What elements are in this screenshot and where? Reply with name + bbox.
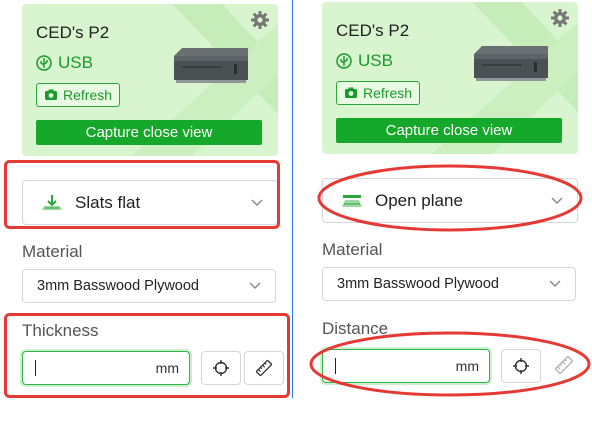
slats-flat-icon <box>42 194 62 210</box>
panel-slats-flat: CED's P2 USB Refresh Capture close view … <box>0 0 292 429</box>
panel-open-plane: CED's P2 USB Refresh Capture close view … <box>300 0 592 429</box>
usb-icon <box>336 53 352 69</box>
device-name: CED's P2 <box>36 23 110 42</box>
material-select[interactable]: 3mm Basswood Plywood <box>322 267 576 301</box>
gear-icon[interactable] <box>550 8 570 28</box>
refresh-button[interactable]: Refresh <box>336 81 421 105</box>
device-card: CED's P2 USB Refresh Capture close view <box>322 2 578 154</box>
platform-mode-select[interactable]: Slats flat <box>22 180 278 225</box>
chevron-down-icon <box>249 282 261 289</box>
printer-image <box>174 48 248 83</box>
crosshair-icon <box>513 358 529 374</box>
platform-mode-select[interactable]: Open plane <box>322 178 578 223</box>
text-caret <box>35 360 36 376</box>
refresh-label: Refresh <box>63 87 113 103</box>
material-value: 3mm Basswood Plywood <box>37 278 199 294</box>
chevron-down-icon <box>549 280 561 287</box>
chevron-down-icon <box>251 199 263 206</box>
distance-input[interactable]: mm <box>322 349 490 383</box>
device-card: CED's P2 USB Refresh Capture close view <box>22 4 278 156</box>
material-label: Material <box>22 242 83 261</box>
crosshair-button[interactable] <box>201 351 241 385</box>
material-select[interactable]: 3mm Basswood Plywood <box>22 269 276 303</box>
crosshair-icon <box>213 360 229 376</box>
connection-status: USB <box>36 53 93 73</box>
open-plane-icon <box>342 194 362 207</box>
connection-status: USB <box>336 51 393 71</box>
gear-icon[interactable] <box>250 10 270 30</box>
chevron-down-icon <box>551 197 563 204</box>
distance-label: Distance <box>322 319 389 338</box>
capture-close-view-button[interactable]: Capture close view <box>336 118 562 143</box>
unit-label: mm <box>455 358 479 374</box>
connection-label: USB <box>358 51 393 70</box>
unit-label: mm <box>155 360 179 376</box>
connection-label: USB <box>58 53 93 72</box>
measure-button[interactable] <box>244 351 284 385</box>
thickness-input[interactable]: mm <box>22 351 190 385</box>
ruler-icon <box>255 359 273 377</box>
platform-mode-label: Open plane <box>375 190 463 210</box>
printer-image <box>474 46 548 81</box>
usb-icon <box>36 55 52 71</box>
platform-mode-label: Slats flat <box>75 192 141 212</box>
text-caret <box>335 358 336 374</box>
ruler-icon[interactable] <box>554 355 574 375</box>
camera-icon <box>345 87 357 98</box>
refresh-button[interactable]: Refresh <box>36 83 121 107</box>
refresh-label: Refresh <box>363 85 413 101</box>
camera-icon <box>45 89 57 100</box>
material-value: 3mm Basswood Plywood <box>337 276 499 292</box>
crosshair-button[interactable] <box>501 349 541 383</box>
material-label: Material <box>322 240 383 259</box>
thickness-label: Thickness <box>22 321 99 340</box>
device-name: CED's P2 <box>336 21 410 40</box>
capture-close-view-button[interactable]: Capture close view <box>36 120 262 145</box>
